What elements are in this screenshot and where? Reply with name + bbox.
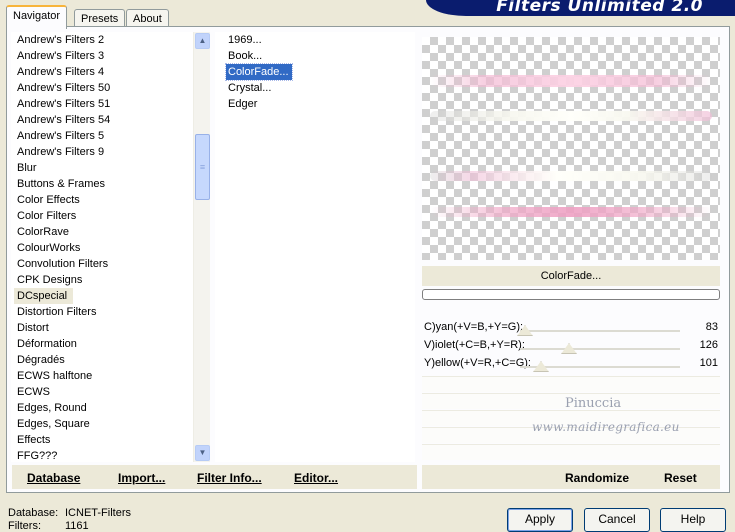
scroll-down-arrow-icon[interactable]: ▼ [195, 445, 210, 461]
param-cyan-label: C)yan(+V=B,+Y=G): [424, 321, 524, 333]
category-item[interactable]: Andrew's Filters 4 [14, 64, 110, 80]
category-item[interactable]: Andrew's Filters 54 [14, 112, 116, 128]
status-database-value: ICNET-Filters [65, 507, 131, 519]
category-item[interactable]: Andrew's Filters 50 [14, 80, 116, 96]
category-item[interactable]: Edges, Square [14, 416, 96, 432]
scroll-up-arrow-icon[interactable]: ▲ [195, 33, 210, 49]
param-cyan-track[interactable] [520, 330, 680, 332]
category-item[interactable]: ECWS [14, 384, 56, 400]
preview-filter-name: ColorFade... [422, 266, 720, 286]
param-yellow-label: Y)ellow(+V=R,+C=G): [424, 357, 531, 369]
category-item[interactable]: Blur [14, 160, 43, 176]
filter-item[interactable]: Book... [226, 48, 265, 64]
randomize-button[interactable]: Randomize [565, 471, 629, 485]
param-cyan-value: 83 [705, 321, 718, 333]
category-item[interactable]: Color Effects [14, 192, 86, 208]
category-item[interactable]: Déformation [14, 336, 83, 352]
empty-param-row [422, 444, 720, 460]
import-button[interactable]: Import... [118, 471, 165, 485]
preview-stripe [430, 171, 712, 181]
preview-image [422, 37, 720, 260]
database-button[interactable]: Database [27, 471, 80, 485]
apply-button[interactable]: Apply [507, 508, 573, 532]
category-item[interactable]: Effects [14, 432, 56, 448]
status-database: Database: ICNET-Filters [8, 507, 131, 519]
category-item[interactable]: Andrew's Filters 3 [14, 48, 110, 64]
empty-param-row [422, 376, 720, 392]
preview-stripe [430, 111, 712, 121]
category-item[interactable]: Andrew's Filters 9 [14, 144, 110, 160]
filter-item[interactable]: ColorFade... [225, 63, 293, 81]
category-item[interactable]: DCspecial [14, 288, 74, 304]
category-item[interactable]: Convolution Filters [14, 256, 114, 272]
filter-item[interactable]: Edger [226, 96, 260, 112]
status-filters: Filters: 1161 [8, 520, 89, 532]
category-item[interactable]: Buttons & Frames [14, 176, 111, 192]
watermark-name: Pinuccia [565, 396, 622, 411]
category-item[interactable]: Color Filters [14, 208, 82, 224]
param-violet-value: 126 [699, 339, 718, 351]
category-item[interactable]: ColourWorks [14, 240, 86, 256]
category-item[interactable]: Andrew's Filters 5 [14, 128, 110, 144]
help-button[interactable]: Help [660, 508, 726, 532]
filter-item[interactable]: Crystal... [226, 80, 274, 96]
banner-title: Filters Unlimited 2.0 [496, 0, 703, 16]
category-item[interactable]: Distortion Filters [14, 304, 102, 320]
filter-item[interactable]: 1969... [226, 32, 265, 48]
reset-button[interactable]: Reset [664, 471, 697, 485]
category-item[interactable]: Andrew's Filters 2 [14, 32, 110, 48]
param-yellow-value: 101 [699, 357, 718, 369]
scroll-thumb[interactable]: ≡ [195, 134, 210, 200]
watermark-url: www.maidiregrafica.eu [532, 420, 680, 434]
banner: Filters Unlimited 2.0 [426, 0, 735, 16]
status-filters-value: 1161 [65, 520, 89, 532]
filter-list[interactable]: 1969... Book... ColorFade... Crystal... Edge… [215, 32, 415, 462]
category-item[interactable]: Distort [14, 320, 55, 336]
category-item[interactable]: ColorRave [14, 224, 75, 240]
status-filters-label: Filters: [8, 520, 41, 532]
category-item[interactable]: ECWS halftone [14, 368, 98, 384]
progress-bar [422, 289, 720, 300]
param-violet-label: V)iolet(+C=B,+Y=R): [424, 339, 525, 351]
category-item[interactable]: CPK Designs [14, 272, 88, 288]
cancel-button[interactable]: Cancel [584, 508, 650, 532]
filter-info-button[interactable]: Filter Info... [197, 471, 262, 485]
category-item[interactable]: Edges, Round [14, 400, 93, 416]
preview-stripe [430, 75, 712, 87]
category-item[interactable]: Dégradés [14, 352, 71, 368]
preview-stripe [430, 207, 712, 217]
param-violet-track[interactable] [520, 348, 680, 350]
category-item[interactable]: FFG??? [14, 448, 63, 464]
status-database-label: Database: [8, 507, 59, 519]
category-scrollbar[interactable]: ▲ ≡ ▼ [193, 32, 210, 462]
editor-button[interactable]: Editor... [294, 471, 338, 485]
tab-navigator[interactable]: Navigator [6, 5, 68, 29]
category-item[interactable]: Andrew's Filters 51 [14, 96, 116, 112]
param-violet[interactable]: V)iolet(+C=B,+Y=R): 126 [422, 338, 720, 356]
param-yellow[interactable]: Y)ellow(+V=R,+C=G): 101 [422, 356, 720, 374]
category-list[interactable]: Andrew's Filters 2 Andrew's Filters 3 Andr… [11, 32, 210, 462]
param-cyan[interactable]: C)yan(+V=B,+Y=G): 83 [422, 320, 720, 338]
